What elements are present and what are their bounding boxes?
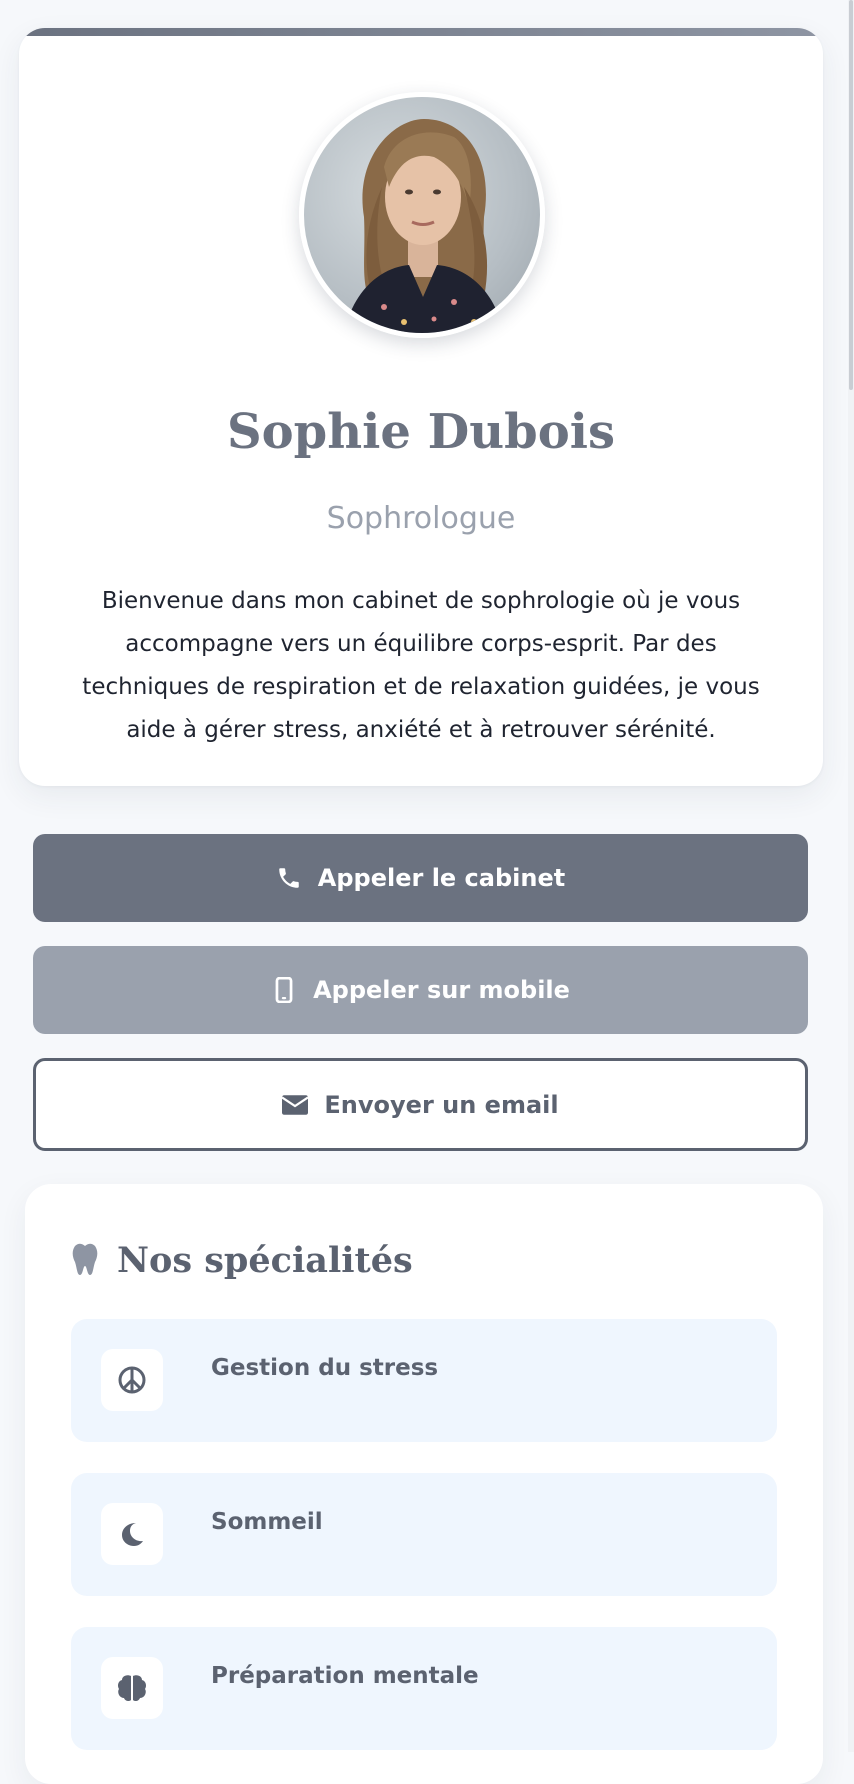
call-mobile-label: Appeler sur mobile [313,976,570,1004]
specialties-title: Nos spécialités [117,1240,413,1281]
brain-icon [101,1657,163,1719]
specialties-card: Nos spécialités Gestion du stress Sommei… [25,1184,823,1784]
specialty-label: Sommeil [211,1509,323,1535]
profile-name: Sophie Dubois [227,404,615,460]
envelope-icon [282,1092,309,1118]
scrollbar[interactable] [848,0,854,1752]
tooth-icon [71,1242,99,1280]
specialty-label: Préparation mentale [211,1663,479,1689]
specialty-item: Gestion du stress [71,1319,777,1442]
specialty-item: Sommeil [71,1473,777,1596]
send-email-button[interactable]: Envoyer un email [33,1058,808,1151]
peace-icon [101,1349,163,1411]
call-office-button[interactable]: Appeler le cabinet [33,834,808,922]
profile-bio: Bienvenue dans mon cabinet de sophrologi… [82,588,760,743]
card-accent-bar [19,28,823,36]
moon-icon [101,1503,163,1565]
specialty-item: Préparation mentale [71,1627,777,1750]
profile-card: Sophie Dubois Sophrologue Bienvenue dans… [19,28,823,786]
specialties-heading: Nos spécialités [71,1240,413,1281]
call-office-label: Appeler le cabinet [317,864,566,892]
scrollbar-thumb[interactable] [849,0,853,390]
profile-title: Sophrologue [326,501,516,536]
phone-icon [276,865,302,891]
specialty-label: Gestion du stress [211,1355,439,1381]
send-email-label: Envoyer un email [324,1090,559,1119]
mobile-icon [271,977,297,1003]
call-mobile-button[interactable]: Appeler sur mobile [33,946,808,1034]
profile-photo [299,92,545,338]
